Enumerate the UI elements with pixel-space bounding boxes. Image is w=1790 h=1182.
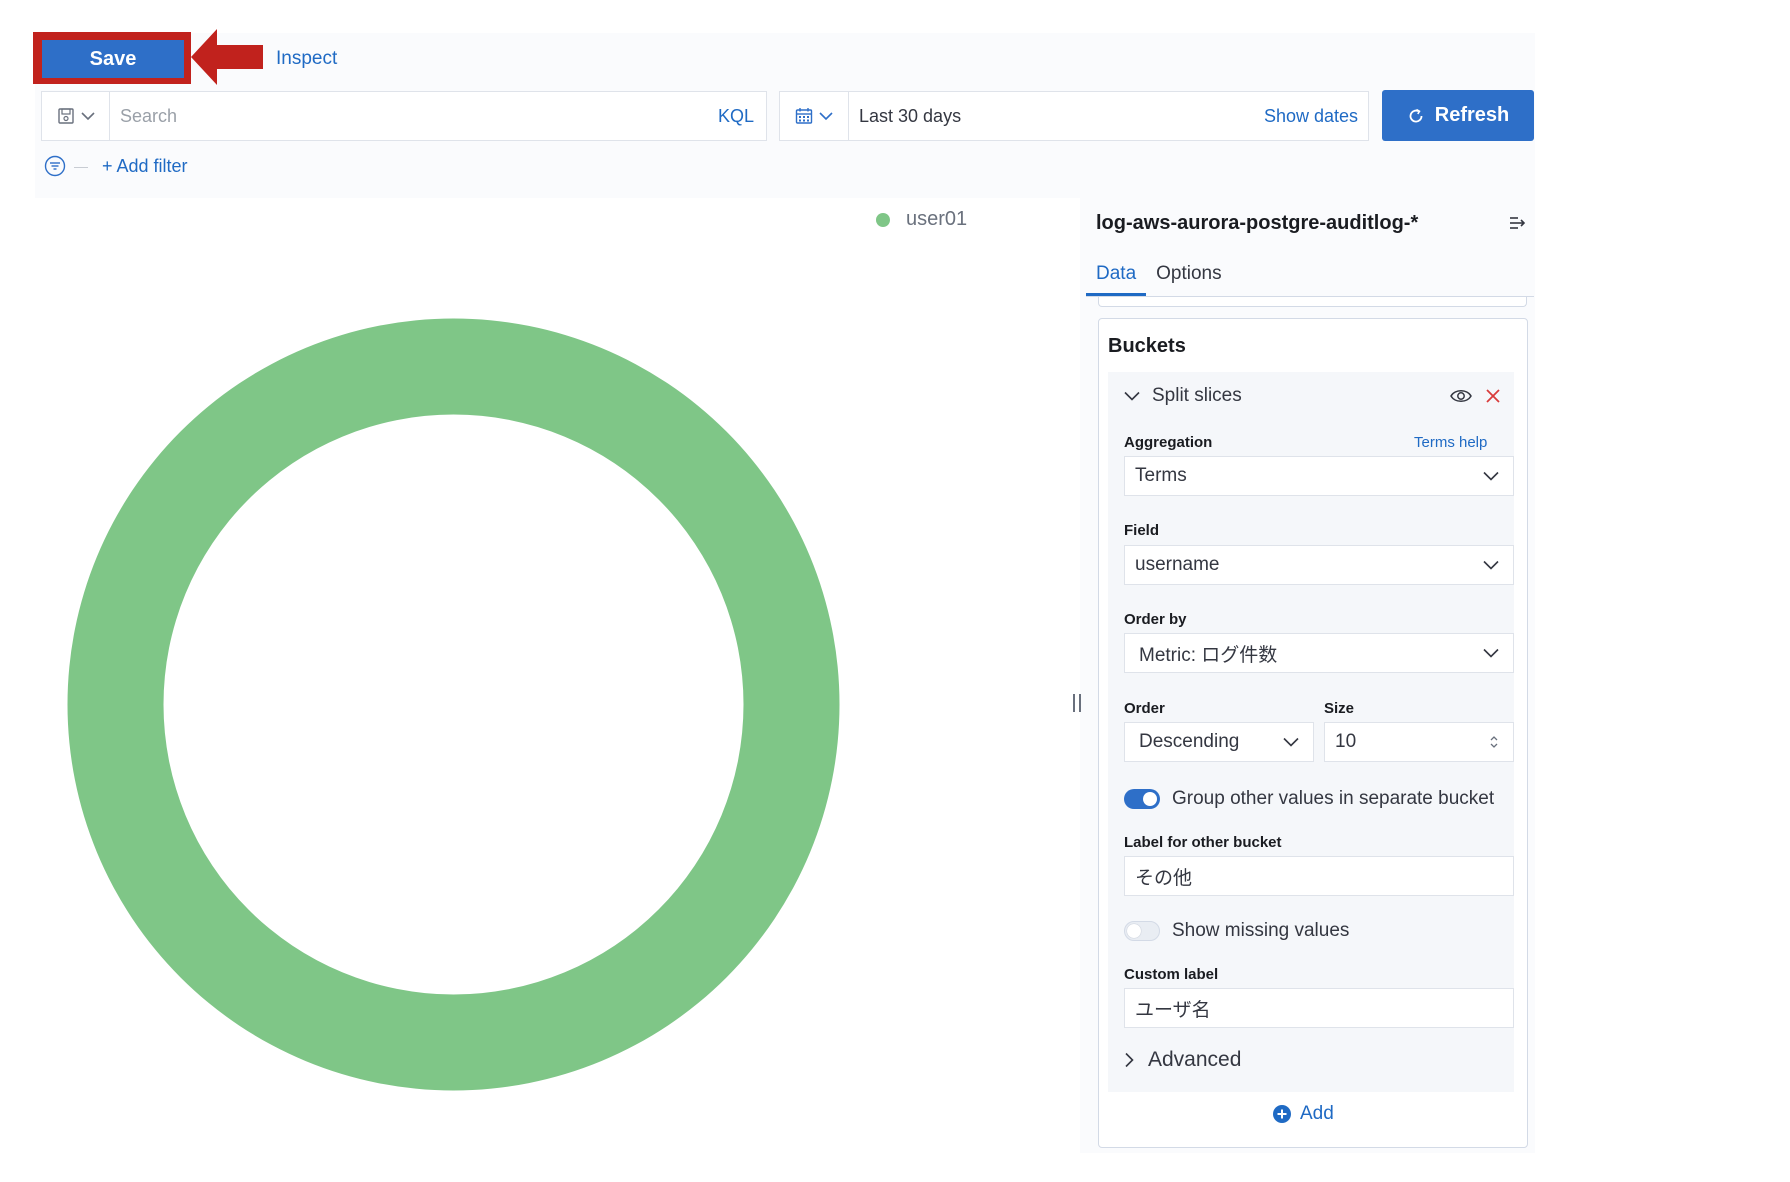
order-value: Descending bbox=[1139, 731, 1240, 752]
tab-options[interactable]: Options bbox=[1146, 255, 1231, 296]
chevron-down-icon bbox=[1124, 391, 1140, 401]
chevron-down-icon bbox=[1483, 648, 1499, 658]
size-input[interactable]: 10 bbox=[1324, 722, 1514, 762]
collapse-sidebar-icon[interactable] bbox=[1507, 212, 1529, 234]
remove-aggregation-icon[interactable] bbox=[1483, 386, 1503, 406]
show-dates-link[interactable]: Show dates bbox=[1254, 106, 1368, 127]
terms-help-link[interactable]: Terms help bbox=[1414, 434, 1487, 451]
add-label: Add bbox=[1300, 1103, 1334, 1124]
saved-query-button[interactable] bbox=[42, 92, 110, 140]
filter-row: — + Add filter bbox=[44, 155, 188, 177]
size-value: 10 bbox=[1335, 731, 1357, 752]
switch-knob bbox=[1127, 924, 1141, 938]
filter-separator: — bbox=[74, 158, 88, 174]
split-slices-title: Split slices bbox=[1152, 385, 1242, 406]
donut-chart bbox=[67, 318, 840, 1091]
size-label: Size bbox=[1324, 700, 1355, 717]
show-missing-label: Show missing values bbox=[1172, 920, 1350, 941]
eye-icon[interactable] bbox=[1449, 386, 1473, 406]
chevron-down-icon bbox=[819, 112, 833, 121]
advanced-label: Advanced bbox=[1148, 1048, 1242, 1071]
order-by-value: Metric: ログ件数 bbox=[1139, 644, 1278, 666]
annotation-arrow-icon bbox=[191, 29, 263, 85]
refresh-label: Refresh bbox=[1434, 104, 1510, 126]
order-by-select[interactable]: Metric: ログ件数 bbox=[1124, 633, 1514, 673]
switch-knob bbox=[1143, 792, 1157, 806]
save-query-icon bbox=[57, 108, 74, 124]
chevron-down-icon bbox=[80, 112, 95, 121]
group-other-row: Group other values in separate bucket bbox=[1124, 788, 1494, 810]
buckets-title: Buckets bbox=[1108, 335, 1186, 357]
save-button[interactable]: Save bbox=[42, 40, 184, 78]
aggregation-select[interactable]: Terms bbox=[1124, 456, 1514, 496]
field-label: Field bbox=[1124, 522, 1160, 539]
date-quick-menu-button[interactable] bbox=[780, 92, 849, 140]
calendar-icon bbox=[795, 108, 813, 124]
index-pattern-title: log-aws-aurora-postgre-auditlog-* bbox=[1096, 212, 1419, 234]
other-bucket-input[interactable]: その他 bbox=[1124, 856, 1514, 896]
advanced-toggle[interactable]: Advanced bbox=[1124, 1048, 1241, 1072]
custom-label-value: ユーザ名 bbox=[1135, 999, 1211, 1021]
other-bucket-value: その他 bbox=[1135, 867, 1193, 889]
custom-label-label: Custom label bbox=[1124, 966, 1219, 983]
chevron-down-icon bbox=[1283, 737, 1299, 747]
chevron-right-icon bbox=[1125, 1052, 1134, 1068]
chevron-down-icon bbox=[1483, 471, 1499, 481]
date-picker: Last 30 days Show dates bbox=[779, 91, 1369, 141]
inspect-link[interactable]: Inspect bbox=[276, 48, 337, 70]
query-bar: KQL bbox=[41, 91, 767, 141]
order-select[interactable]: Descending bbox=[1124, 722, 1314, 762]
field-select[interactable]: username bbox=[1124, 545, 1514, 585]
refresh-icon bbox=[1409, 108, 1423, 122]
order-by-label: Order by bbox=[1124, 611, 1187, 628]
panel-resize-handle[interactable] bbox=[1073, 694, 1081, 712]
group-other-switch[interactable] bbox=[1124, 789, 1160, 809]
show-missing-switch[interactable] bbox=[1124, 921, 1160, 941]
date-range-label[interactable]: Last 30 days bbox=[849, 106, 1254, 127]
editor-tabs: Data Options bbox=[1086, 255, 1534, 297]
aggregation-value: Terms bbox=[1135, 465, 1187, 486]
custom-label-input[interactable]: ユーザ名 bbox=[1124, 988, 1514, 1028]
add-filter-link[interactable]: + Add filter bbox=[102, 156, 188, 177]
number-stepper-icon[interactable] bbox=[1489, 734, 1499, 750]
aggregation-label: Aggregation bbox=[1124, 434, 1213, 451]
add-bucket-button[interactable]: Add bbox=[1272, 1103, 1334, 1125]
filter-icon[interactable] bbox=[44, 155, 66, 177]
search-input[interactable] bbox=[110, 92, 706, 140]
refresh-button[interactable]: Refresh bbox=[1382, 90, 1534, 141]
legend-item[interactable]: user01 bbox=[876, 208, 967, 231]
kql-button[interactable]: KQL bbox=[706, 106, 766, 127]
show-missing-row: Show missing values bbox=[1124, 920, 1349, 942]
order-label: Order bbox=[1124, 700, 1165, 717]
metrics-panel-edge bbox=[1098, 297, 1527, 307]
donut-slice-user01[interactable] bbox=[67, 318, 840, 1091]
group-other-label: Group other values in separate bucket bbox=[1172, 788, 1495, 809]
split-slices-toggle[interactable]: Split slices bbox=[1124, 385, 1242, 407]
chevron-down-icon bbox=[1483, 560, 1499, 570]
plus-circle-icon bbox=[1273, 1105, 1291, 1123]
other-bucket-label: Label for other bucket bbox=[1124, 834, 1282, 851]
legend-color-dot bbox=[876, 212, 890, 227]
legend-label: user01 bbox=[906, 208, 968, 230]
field-value: username bbox=[1135, 554, 1220, 575]
tab-data[interactable]: Data bbox=[1086, 255, 1147, 296]
